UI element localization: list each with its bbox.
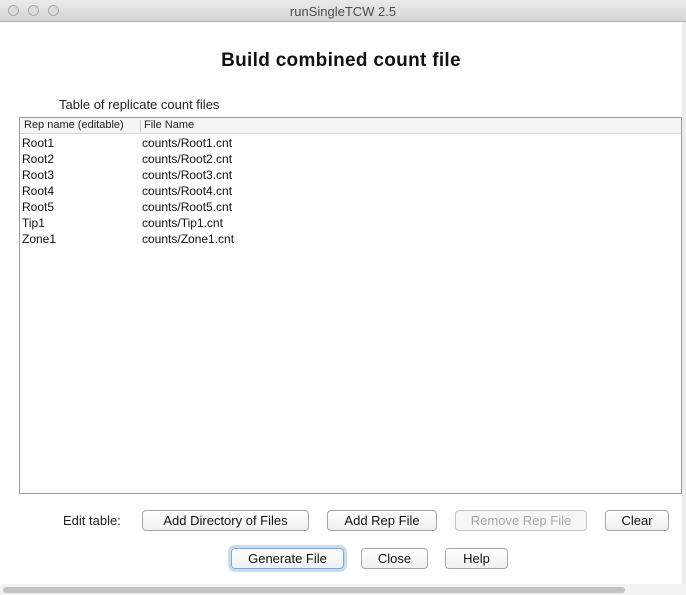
- generate-file-button[interactable]: Generate File: [231, 548, 344, 569]
- table-row[interactable]: Root4 counts/Root4.cnt: [20, 183, 681, 199]
- column-divider[interactable]: [140, 120, 141, 132]
- table-row[interactable]: Root2 counts/Root2.cnt: [20, 151, 681, 167]
- table-body: Root1 counts/Root1.cnt Root2 counts/Root…: [20, 135, 681, 247]
- table-row[interactable]: Root3 counts/Root3.cnt: [20, 167, 681, 183]
- close-button[interactable]: Close: [361, 548, 428, 569]
- window-right-edge: [682, 22, 686, 584]
- file-name-cell: counts/Root3.cnt: [142, 168, 233, 182]
- rep-name-cell[interactable]: Tip1: [22, 216, 45, 230]
- rep-name-cell[interactable]: Root2: [22, 152, 54, 166]
- remove-rep-file-button[interactable]: Remove Rep File: [455, 510, 587, 531]
- rep-name-cell[interactable]: Zone1: [22, 232, 56, 246]
- rep-name-cell[interactable]: Root3: [22, 168, 54, 182]
- file-name-cell: counts/Tip1.cnt: [142, 216, 223, 230]
- column-header-file-name[interactable]: File Name: [144, 119, 194, 131]
- window-titlebar: runSingleTCW 2.5: [0, 0, 686, 22]
- file-name-cell: counts/Zone1.cnt: [142, 232, 235, 246]
- rep-name-cell[interactable]: Root1: [22, 136, 54, 150]
- file-name-cell: counts/Root1.cnt: [142, 136, 233, 150]
- table-row[interactable]: Zone1 counts/Zone1.cnt: [20, 231, 681, 247]
- rep-name-cell[interactable]: Root5: [22, 200, 54, 214]
- replicate-table[interactable]: Rep name (editable) File Name Root1 coun…: [19, 117, 682, 494]
- window-title: runSingleTCW 2.5: [289, 4, 397, 19]
- file-name-cell: counts/Root5.cnt: [142, 200, 233, 214]
- column-header-rep-name[interactable]: Rep name (editable): [24, 119, 124, 131]
- file-name-cell: counts/Root4.cnt: [142, 184, 233, 198]
- help-button[interactable]: Help: [445, 548, 508, 569]
- add-directory-button[interactable]: Add Directory of Files: [142, 510, 309, 531]
- table-row[interactable]: Root1 counts/Root1.cnt: [20, 135, 681, 151]
- add-rep-file-button[interactable]: Add Rep File: [327, 510, 437, 531]
- rep-name-cell[interactable]: Root4: [22, 184, 54, 198]
- clear-button[interactable]: Clear: [605, 510, 669, 531]
- horizontal-scrollbar[interactable]: [0, 584, 686, 595]
- edit-table-label: Edit table:: [63, 513, 121, 528]
- dialog-content: Build combined count file Table of repli…: [0, 22, 682, 584]
- table-row[interactable]: Root5 counts/Root5.cnt: [20, 199, 681, 215]
- scrollbar-thumb[interactable]: [3, 587, 625, 593]
- file-name-cell: counts/Root2.cnt: [142, 152, 233, 166]
- table-row[interactable]: Tip1 counts/Tip1.cnt: [20, 215, 681, 231]
- table-header: Rep name (editable) File Name: [20, 118, 681, 134]
- table-caption: Table of replicate count files: [59, 97, 220, 112]
- page-title: Build combined count file: [221, 50, 461, 71]
